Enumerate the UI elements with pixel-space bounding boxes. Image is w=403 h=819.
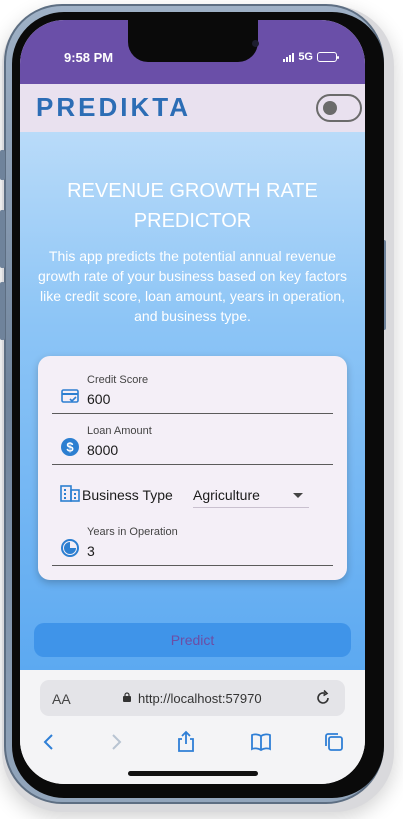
theme-toggle[interactable] xyxy=(316,94,362,122)
signal-icon xyxy=(283,52,295,62)
credit-score-value: 600 xyxy=(87,391,111,407)
tabs-icon[interactable] xyxy=(322,730,346,754)
lock-icon xyxy=(123,692,131,702)
status-time: 9:58 PM xyxy=(64,50,114,65)
status-bar: 9:58 PM 5G xyxy=(20,20,365,84)
url-text: http://localhost:57970 xyxy=(138,691,262,706)
loan-amount-value: 8000 xyxy=(87,442,119,458)
business-type-dropdown[interactable]: Agriculture xyxy=(193,478,309,508)
credit-card-icon xyxy=(61,389,79,403)
toggle-knob xyxy=(323,101,337,115)
text-size-button[interactable]: AA xyxy=(52,691,71,707)
caret-down-icon xyxy=(293,493,303,498)
building-icon xyxy=(60,485,80,502)
page-title-line1: REVENUE GROWTH RATE xyxy=(67,180,318,202)
volume-up-button xyxy=(0,210,5,268)
home-indicator xyxy=(128,771,258,776)
predict-button[interactable]: Predict xyxy=(34,623,351,657)
mute-switch xyxy=(0,150,5,180)
network-label: 5G xyxy=(298,51,313,63)
address-bar[interactable]: AA http://localhost:57970 xyxy=(40,680,345,716)
business-type-label: Business Type xyxy=(82,487,173,503)
prediction-form: Credit Score 600 $ Loan Amount 8000 Busi… xyxy=(38,356,347,580)
battery-icon xyxy=(317,52,339,62)
app-bar: PREDIKTA xyxy=(20,84,365,132)
timer-icon xyxy=(61,539,79,557)
years-in-operation-value: 3 xyxy=(87,543,95,559)
page-title-line2: PREDICTOR xyxy=(133,210,252,232)
volume-down-button xyxy=(0,282,5,340)
share-icon[interactable] xyxy=(174,730,198,754)
loan-amount-label: Loan Amount xyxy=(87,425,152,437)
svg-text:$: $ xyxy=(66,440,74,455)
back-icon[interactable] xyxy=(37,730,61,754)
status-indicators: 5G xyxy=(283,51,339,63)
browser-nav-row xyxy=(20,728,365,756)
main-content: REVENUE GROWTH RATE PREDICTOR This app p… xyxy=(20,132,365,670)
years-in-operation-field[interactable]: Years in Operation 3 xyxy=(52,518,333,566)
bookmarks-icon[interactable] xyxy=(249,730,273,754)
dollar-icon: $ xyxy=(61,438,79,456)
forward-icon[interactable] xyxy=(104,730,128,754)
page-title: REVENUE GROWTH RATE PREDICTOR xyxy=(40,176,345,236)
credit-score-label: Credit Score xyxy=(87,374,149,386)
credit-score-field[interactable]: Credit Score 600 xyxy=(52,366,333,414)
business-type-value: Agriculture xyxy=(193,487,260,503)
page-description: This app predicts the potential annual r… xyxy=(38,248,347,324)
reload-icon[interactable] xyxy=(314,689,332,707)
years-in-operation-label: Years in Operation xyxy=(87,526,178,538)
notch xyxy=(128,20,259,62)
browser-toolbar: AA http://localhost:57970 xyxy=(20,670,365,784)
loan-amount-field[interactable]: $ Loan Amount 8000 xyxy=(52,417,333,465)
brand-logo: PREDIKTA xyxy=(36,92,191,122)
camera-icon xyxy=(252,40,259,47)
business-type-row: Business Type Agriculture xyxy=(52,474,333,512)
phone-screen: 9:58 PM 5G PREDIKTA REVENUE GROWTH RATE … xyxy=(20,20,365,784)
